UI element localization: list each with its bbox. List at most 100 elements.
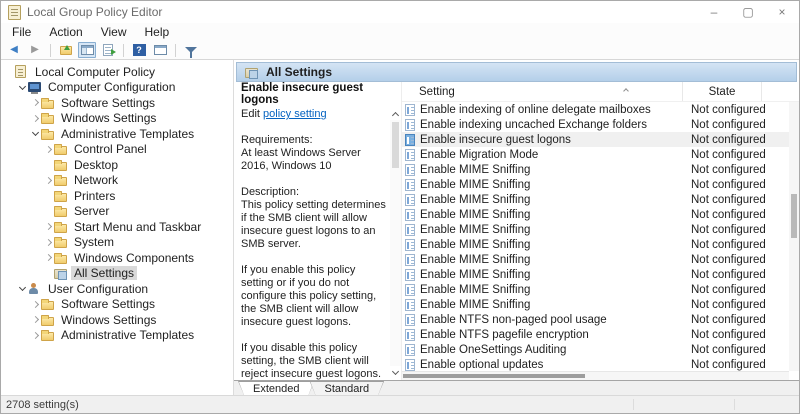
tree-item-windows-components[interactable]: Windows Components: [1, 250, 233, 266]
setting-state: Not configured: [682, 269, 777, 281]
status-divider: [734, 399, 735, 410]
folder-icon: [41, 100, 54, 109]
setting-row[interactable]: Enable Migration ModeNot configured: [402, 147, 789, 162]
folder-icon: [54, 162, 67, 171]
policy-paragraph: Requirements: At least Windows Server 20…: [241, 134, 390, 173]
expander-expanded-icon[interactable]: [17, 287, 28, 290]
menu-item-help[interactable]: Help: [136, 24, 179, 40]
tab-standard[interactable]: Standard: [309, 381, 384, 395]
filter-icon[interactable]: [182, 42, 200, 58]
details-scrollbar[interactable]: [390, 106, 401, 380]
edit-policy-setting-link[interactable]: policy setting: [263, 108, 327, 120]
v-scrollbar-thumb[interactable]: [791, 194, 797, 238]
column-header-state[interactable]: State: [682, 82, 762, 101]
setting-row[interactable]: Enable optional updatesNot configured: [402, 357, 789, 371]
setting-name: Enable optional updates: [420, 359, 543, 371]
tree-item-desktop[interactable]: Desktop: [1, 157, 233, 173]
close-button[interactable]: ×: [765, 1, 799, 23]
tree-item-network[interactable]: Network: [1, 173, 233, 189]
scroll-down-icon[interactable]: [393, 366, 398, 378]
setting-row[interactable]: Enable MIME SniffingNot configured: [402, 207, 789, 222]
expander-collapsed-icon[interactable]: [43, 240, 54, 245]
setting-row[interactable]: Enable MIME SniffingNot configured: [402, 267, 789, 282]
expander-collapsed-icon[interactable]: [30, 100, 41, 105]
expander-expanded-icon[interactable]: [30, 132, 41, 135]
tree-item-label: Windows Settings: [58, 313, 159, 327]
details-scrollbar-thumb[interactable]: [392, 122, 399, 168]
setting-state: Not configured: [682, 134, 777, 146]
menu-item-action[interactable]: Action: [40, 24, 91, 40]
scroll-up-icon[interactable]: [393, 108, 398, 120]
setting-row[interactable]: Enable MIME SniffingNot configured: [402, 192, 789, 207]
list-vertical-scrollbar[interactable]: [789, 102, 799, 371]
setting-state: Not configured: [682, 149, 777, 161]
tab-extended[interactable]: Extended: [238, 381, 314, 395]
setting-name: Enable MIME Sniffing: [420, 194, 530, 206]
tree-item-start-menu-and-taskbar[interactable]: Start Menu and Taskbar: [1, 219, 233, 235]
tree-item-label: Local Computer Policy: [32, 65, 158, 79]
minimize-button[interactable]: –: [697, 1, 731, 23]
tree-item-system[interactable]: System: [1, 235, 233, 251]
expander-collapsed-icon[interactable]: [30, 302, 41, 307]
tree-item-windows-settings[interactable]: Windows Settings: [1, 111, 233, 127]
forward-icon[interactable]: ▶: [26, 42, 44, 58]
tree-item-administrative-templates[interactable]: Administrative Templates: [1, 126, 233, 142]
tree-item-software-settings[interactable]: Software Settings: [1, 297, 233, 313]
policy-setting-icon: [405, 164, 415, 176]
list-horizontal-scrollbar[interactable]: [402, 371, 789, 380]
menu-item-file[interactable]: File: [3, 24, 40, 40]
setting-state: Not configured: [682, 314, 777, 326]
setting-row[interactable]: Enable MIME SniffingNot configured: [402, 222, 789, 237]
tree-item-all-settings[interactable]: All Settings: [1, 266, 233, 282]
up-one-level-icon[interactable]: [57, 42, 75, 58]
expander-collapsed-icon[interactable]: [30, 333, 41, 338]
tab-label: Standard: [310, 382, 383, 395]
h-scrollbar-thumb[interactable]: [403, 374, 585, 378]
setting-row[interactable]: Enable indexing of online delegate mailb…: [402, 102, 789, 117]
expander-collapsed-icon[interactable]: [43, 147, 54, 152]
setting-row[interactable]: Enable MIME SniffingNot configured: [402, 162, 789, 177]
title-bar[interactable]: Local Group Policy Editor – ▢ ×: [1, 1, 799, 23]
setting-row[interactable]: Enable NTFS pagefile encryptionNot confi…: [402, 327, 789, 342]
expander-collapsed-icon[interactable]: [30, 317, 41, 322]
setting-row[interactable]: Enable MIME SniffingNot configured: [402, 297, 789, 312]
tree-item-windows-settings[interactable]: Windows Settings: [1, 312, 233, 328]
tree-item-label: Windows Settings: [58, 111, 159, 125]
tree-item-software-settings[interactable]: Software Settings: [1, 95, 233, 111]
setting-row[interactable]: Enable MIME SniffingNot configured: [402, 252, 789, 267]
details-scrollbar-track[interactable]: [390, 120, 401, 366]
maximize-button[interactable]: ▢: [731, 1, 765, 23]
setting-name-cell: Enable NTFS non-paged pool usage: [402, 314, 682, 326]
show-console-tree-icon[interactable]: [78, 42, 96, 58]
expander-collapsed-icon[interactable]: [43, 224, 54, 229]
setting-row[interactable]: Enable indexing uncached Exchange folder…: [402, 117, 789, 132]
export-list-icon[interactable]: [99, 42, 117, 58]
back-icon[interactable]: ◀: [5, 42, 23, 58]
menu-item-view[interactable]: View: [92, 24, 136, 40]
setting-name-cell: Enable MIME Sniffing: [402, 164, 682, 176]
setting-row[interactable]: Enable MIME SniffingNot configured: [402, 177, 789, 192]
tree-item-computer-configuration[interactable]: Computer Configuration: [1, 80, 233, 96]
tree-item-server[interactable]: Server: [1, 204, 233, 220]
tree-item-printers[interactable]: Printers: [1, 188, 233, 204]
tree-item-control-panel[interactable]: Control Panel: [1, 142, 233, 158]
policy-description-text: Edit policy setting Requirements: At lea…: [241, 106, 390, 380]
setting-row[interactable]: Enable NTFS non-paged pool usageNot conf…: [402, 312, 789, 327]
show-window-icon[interactable]: [151, 42, 169, 58]
setting-row[interactable]: Enable insecure guest logonsNot configur…: [402, 132, 789, 147]
setting-name-cell: Enable MIME Sniffing: [402, 299, 682, 311]
expander-expanded-icon[interactable]: [17, 86, 28, 89]
setting-row[interactable]: Enable MIME SniffingNot configured: [402, 237, 789, 252]
setting-row[interactable]: Enable OneSettings AuditingNot configure…: [402, 342, 789, 357]
expander-collapsed-icon[interactable]: [43, 178, 54, 183]
help-icon[interactable]: ?: [130, 42, 148, 58]
expander-collapsed-icon[interactable]: [30, 116, 41, 121]
folder-icon: [54, 224, 67, 233]
tree-item-user-configuration[interactable]: User Configuration: [1, 281, 233, 297]
setting-name: Enable MIME Sniffing: [420, 164, 530, 176]
tree-item-local-computer-policy[interactable]: Local Computer Policy: [1, 64, 233, 80]
expander-collapsed-icon[interactable]: [43, 255, 54, 260]
tree-item-administrative-templates[interactable]: Administrative Templates: [1, 328, 233, 344]
setting-row[interactable]: Enable MIME SniffingNot configured: [402, 282, 789, 297]
column-header-setting[interactable]: Setting: [402, 86, 682, 98]
